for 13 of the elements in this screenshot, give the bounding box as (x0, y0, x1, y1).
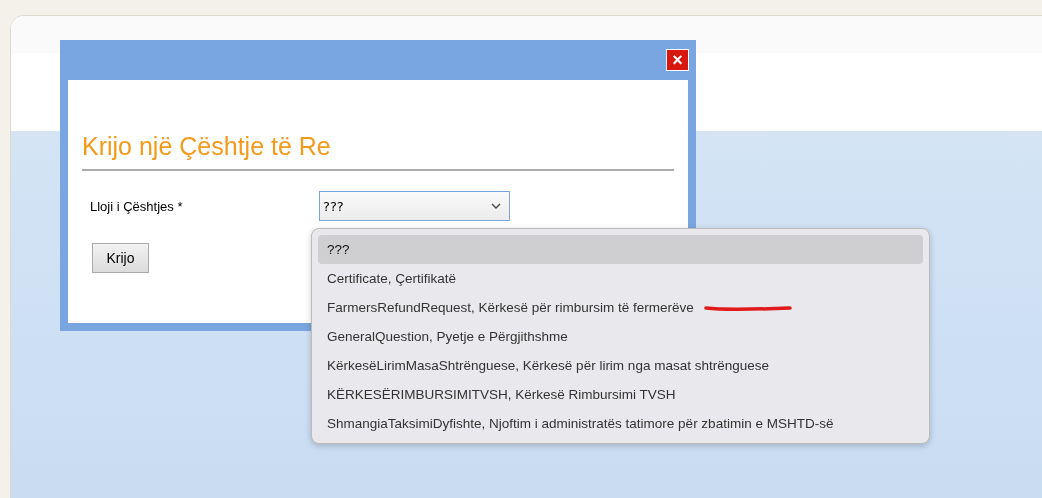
dropdown-option[interactable]: ??? (318, 235, 923, 264)
dropdown-option[interactable]: FarmersRefundRequest, Kërkesë për rimbursim të fermerëve (318, 293, 923, 322)
create-button[interactable]: Krijo (92, 243, 149, 273)
field-label: Lloji i Çështjes * (89, 198, 184, 214)
dropdown-option[interactable]: Certificate, Çertifikatë (318, 264, 923, 293)
dropdown-option[interactable]: KërkesëLirimMasaShtrënguese, Kërkesë për lirim nga masat shtrënguese (318, 351, 923, 380)
dropdown-option[interactable]: KËRKESËRIMBURSIMITVSH, Kërkesë Rimbursimi TVSH (318, 380, 923, 409)
type-select[interactable]: ??? (319, 191, 510, 221)
close-button[interactable]: × (666, 49, 689, 71)
dropdown-option[interactable]: GeneralQuestion, Pyetje e Përgjithshme (318, 322, 923, 351)
chevron-icon (491, 203, 501, 209)
dialog-title: Krijo një Çështje të Re (82, 132, 674, 171)
dropdown-option[interactable]: ShmangiaTaksimiDyfishte, Njoftim i administratës tatimore për zbatimin e MSHTD-së (318, 409, 923, 438)
